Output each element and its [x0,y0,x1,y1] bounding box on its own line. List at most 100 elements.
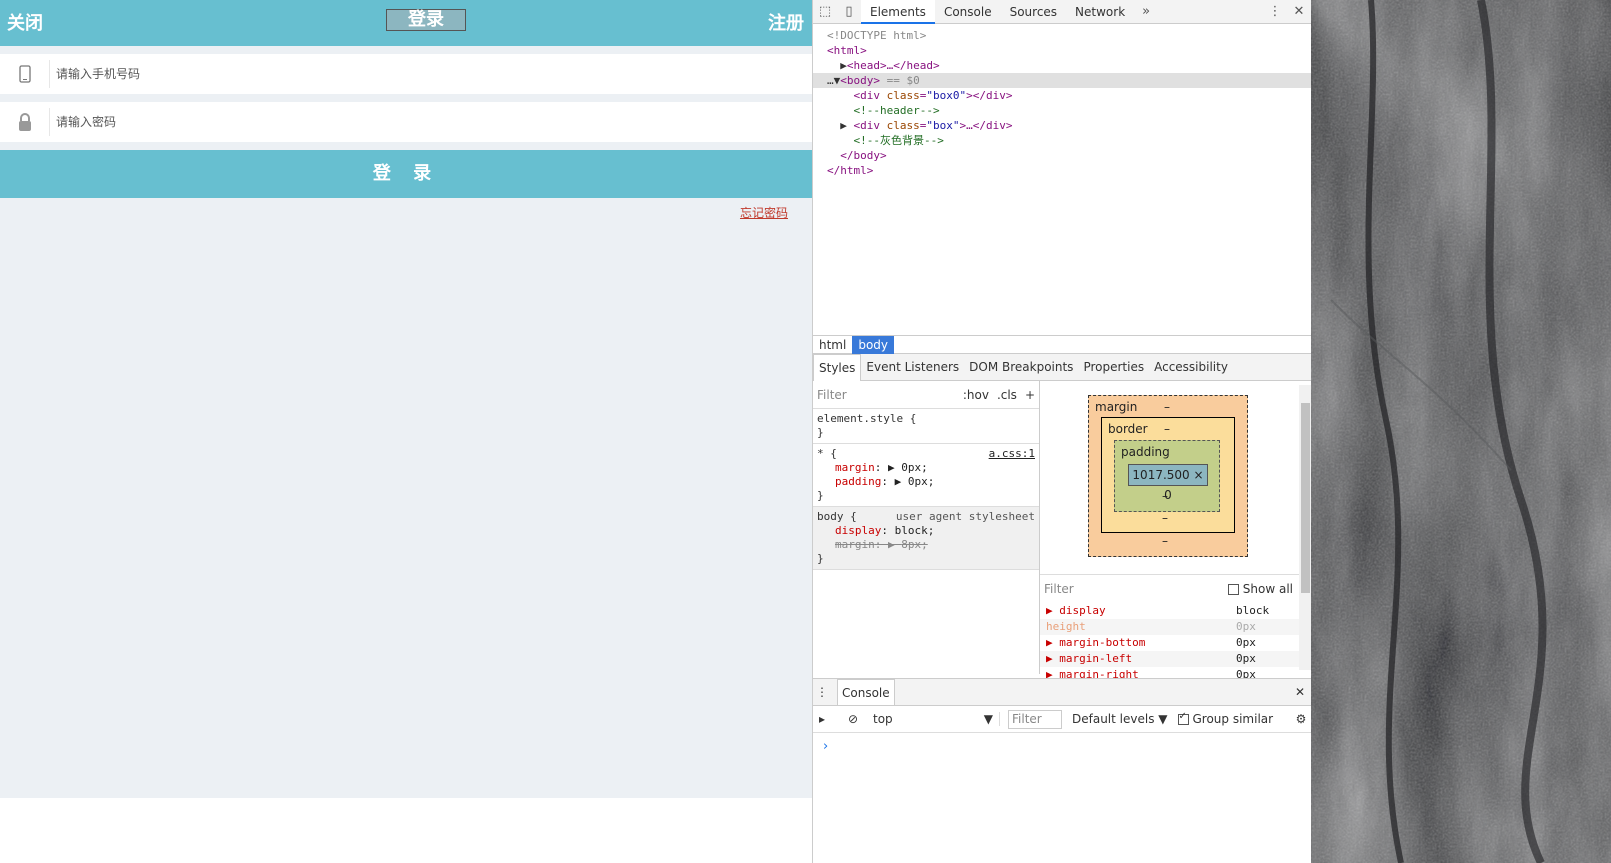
group-similar-checkbox[interactable] [1177,711,1189,725]
element-style-close: } [817,426,824,439]
subtab-accessibility[interactable]: Accessibility [1149,354,1233,381]
computed-value: 0px [1236,652,1256,665]
element-style-selector: element.style { [817,412,917,425]
lock-icon [0,108,50,136]
clear-console-icon[interactable]: ⊘ [841,712,865,726]
new-rule-button[interactable]: + [1025,388,1035,402]
hov-toggle[interactable]: :hov [963,388,989,402]
tab-elements[interactable]: Elements [861,0,935,24]
scrollbar-thumb[interactable] [1301,403,1310,593]
breadcrumb: html body [813,335,1311,354]
kebab-menu-icon[interactable]: ⋮ [1263,4,1287,19]
box-padding-bottom: – [1162,489,1168,503]
console-prompt[interactable]: › [813,733,1312,754]
computed-name-text: margin-left [1059,652,1133,665]
box-border-bottom: – [1162,511,1168,525]
subtab-styles[interactable]: Styles [813,353,862,381]
group-similar-label: Group similar [1192,712,1274,726]
box-margin-bottom: – [1162,534,1168,548]
close-button[interactable]: 关闭 [7,9,43,35]
computed-name: ▶ margin-bottom [1046,636,1146,649]
register-button[interactable]: 注册 [768,9,804,35]
context-value: top [873,712,893,726]
gear-icon[interactable]: ⚙ [1290,712,1312,726]
close-icon[interactable]: ✕ [1287,4,1311,19]
tab-console[interactable]: Console [935,0,1001,24]
star-margin-val[interactable]: 0px; [901,461,928,474]
chevron-down-icon: ▼ [983,712,993,726]
levels-dropdown[interactable]: Default levels ▼ [1072,712,1168,726]
dom-html-open[interactable]: <html> [827,43,1311,58]
computed-row[interactable]: ▶ display block [1040,603,1311,619]
body-display-val: block; [894,524,935,537]
inspect-icon[interactable]: ⬚ [813,4,837,19]
box-margin-top: – [1164,400,1170,414]
drawer-tab-console[interactable]: Console [837,679,895,705]
box-content: 1017.500 × 0 [1128,464,1208,502]
device-toggle-icon[interactable]: ▯ [837,4,861,19]
password-input[interactable] [56,115,812,129]
star-padding-prop[interactable]: padding [835,475,881,488]
dom-body-close[interactable]: </body> [827,148,1311,163]
dom-body-close-text: </body> [840,149,887,162]
computed-pane: 1017.500 × 0 margin – border – padding –… [1040,381,1311,681]
levels-label: Default levels [1072,712,1155,726]
cls-toggle[interactable]: .cls [997,388,1017,402]
header-bar: 关闭 登录 注册 [0,0,812,46]
drawer-menu-icon[interactable]: ⋮ [813,685,831,699]
computed-row[interactable]: ▶ margin-bottom 0px [1040,635,1311,651]
dom-html-close[interactable]: </html> [827,163,1311,178]
context-selector[interactable]: top ▼ [865,712,1000,726]
devtools-panel: ⬚ ▯ Elements Console Sources Network » ⋮… [812,0,1312,863]
breadcrumb-html[interactable]: html [813,336,852,354]
styles-filter-input[interactable]: Filter [817,388,955,402]
gray-background: 登 录 忘记密码 [0,46,812,798]
dom-div-box0[interactable]: <div class="box0"></div> [827,88,1311,103]
breadcrumb-body[interactable]: body [852,335,895,354]
console-filter-input[interactable]: Filter [1008,709,1062,729]
subtab-properties[interactable]: Properties [1078,354,1149,381]
star-padding-val[interactable]: 0px; [908,475,935,488]
styles-filter-row: Filter :hov .cls + [813,381,1039,409]
ua-label: user agent stylesheet [895,510,1035,523]
group-similar-toggle[interactable]: Group similar [1177,711,1274,726]
login-button[interactable]: 登 录 [0,150,812,198]
styles-area: Filter :hov .cls + element.style { } * {… [813,381,1311,681]
subtab-event-listeners[interactable]: Event Listeners [861,354,964,381]
dom-div-box[interactable]: ▶ <div class="box">…</div> [827,118,1311,133]
tab-sources[interactable]: Sources [1001,0,1066,24]
drawer-close-icon[interactable]: ✕ [1288,685,1312,699]
computed-filter-input[interactable]: Filter [1044,582,1220,596]
star-margin-prop[interactable]: margin [835,461,875,474]
more-tabs-icon[interactable]: » [1134,4,1158,19]
mobile-login-page: 关闭 登录 注册 登 录 忘记密码 [0,0,812,863]
computed-name-text: margin-bottom [1059,636,1146,649]
dom-comment-header: <!--header--> [827,103,1311,118]
show-all-toggle[interactable]: Show all [1227,582,1293,596]
page-title: 登录 [386,9,466,31]
computed-value: 0px [1236,620,1256,633]
drawer-tabbar: ⋮ Console ✕ [813,679,1312,706]
computed-row[interactable]: height 0px [1040,619,1311,635]
computed-value: block [1236,604,1270,617]
forgot-row: 忘记密码 [0,198,812,221]
subtab-dom-breakpoints[interactable]: DOM Breakpoints [964,354,1078,381]
computed-list: ▶ display block height 0px ▶ margin-bottom… [1040,603,1311,683]
box-border-top: – [1164,422,1170,436]
star-source-link[interactable]: a.css:1 [989,447,1035,461]
console-toolbar: ▸ ⊘ top ▼ Filter Default levels ▼ Group s… [813,706,1312,733]
phone-input[interactable] [56,67,812,81]
dom-body-selected[interactable]: …▼<body> == $0 [813,73,1311,88]
forgot-password-link[interactable]: 忘记密码 [740,206,788,220]
box-border-label: border [1108,422,1148,436]
rule-star: * {a.css:1 margin: ▶ 0px; padding: ▶ 0px… [813,444,1039,507]
tab-network[interactable]: Network [1066,0,1134,24]
sidebar-toggle-icon[interactable]: ▸ [819,712,841,726]
body-close: } [817,552,824,565]
computed-row[interactable]: ▶ margin-left 0px [1040,651,1311,667]
dom-head[interactable]: ▶<head>…</head> [827,58,1311,73]
computed-scrollbar[interactable] [1299,385,1311,670]
body-display-prop: display [835,524,882,537]
show-all-checkbox[interactable] [1227,584,1239,595]
dom-doctype: <!DOCTYPE html> [827,29,927,42]
